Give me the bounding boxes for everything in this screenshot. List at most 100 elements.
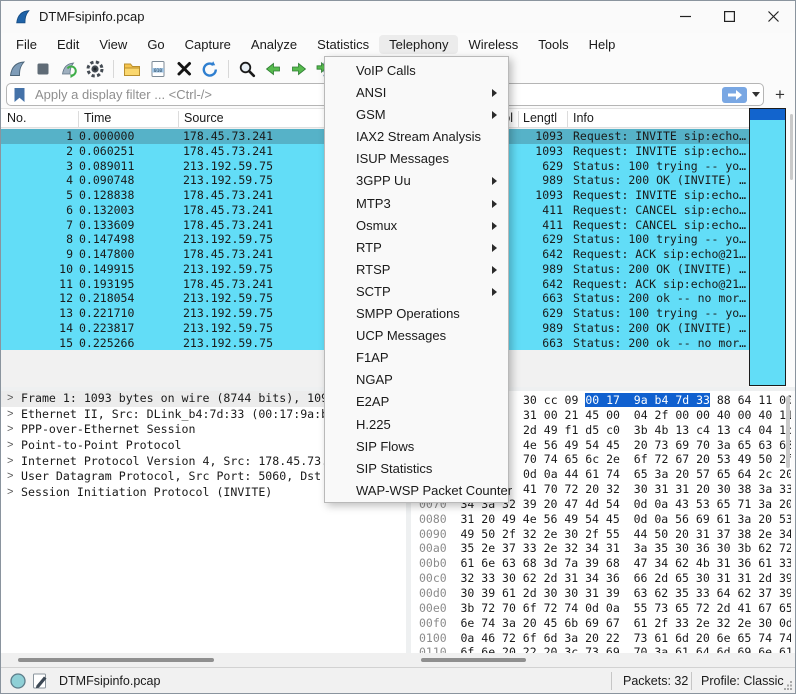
details-text: Internet Protocol Version 4, Src: 178.45… (21, 454, 349, 468)
capture-comment-icon[interactable] (32, 672, 49, 693)
column-header-length[interactable]: Lengtl (523, 111, 557, 125)
menubar-item-file[interactable]: File (6, 35, 47, 54)
menubar-item-capture[interactable]: Capture (175, 35, 241, 54)
menu-item-rtp[interactable]: RTP (325, 237, 508, 259)
hex-row-14[interactable]: 00d030 39 61 2d 30 30 31 39 63 62 35 33 … (419, 586, 791, 601)
column-divider[interactable] (518, 111, 519, 127)
restart-capture-button[interactable] (57, 57, 81, 81)
save-file-button[interactable]: 010 (146, 57, 170, 81)
hex-offset: 0080 (419, 512, 461, 527)
menu-item-osmux[interactable]: Osmux (325, 215, 508, 237)
menubar-item-edit[interactable]: Edit (47, 35, 89, 54)
expand-chevron-icon[interactable]: > (7, 469, 13, 485)
menubar-item-tools[interactable]: Tools (528, 35, 578, 54)
hex-row-11[interactable]: 00a035 2e 37 33 2e 32 34 31 3a 35 30 36 … (419, 541, 791, 556)
column-divider[interactable] (178, 111, 179, 127)
hex-row-10[interactable]: 009049 50 2f 32 2e 30 2f 55 44 50 20 31 … (419, 527, 791, 542)
svg-text:010: 010 (154, 67, 163, 73)
bookmark-icon[interactable] (13, 87, 26, 108)
hex-row-9[interactable]: 008031 20 49 4e 56 49 54 45 0d 0a 56 69 … (419, 512, 791, 527)
hex-hscrollbar-thumb[interactable] (421, 658, 526, 662)
menubar-item-wireless[interactable]: Wireless (458, 35, 528, 54)
hex-row-15[interactable]: 00e03b 72 70 6f 72 74 0d 0a 55 73 65 72 … (419, 601, 791, 616)
packet-list-scrollbar-thumb[interactable] (790, 114, 793, 180)
hex-offset: 00e0 (419, 601, 461, 616)
go-back-button[interactable] (261, 57, 285, 81)
apply-filter-button[interactable] (722, 87, 747, 103)
menu-item-gsm[interactable]: GSM (325, 104, 508, 126)
menubar-item-analyze[interactable]: Analyze (241, 35, 307, 54)
hex-offset: 00b0 (419, 556, 461, 571)
menu-item-wap-wsp-packet-counter[interactable]: WAP-WSP Packet Counter (325, 480, 508, 502)
column-header-source[interactable]: Source (184, 111, 224, 125)
column-divider[interactable] (567, 111, 568, 127)
menu-item-ucp-messages[interactable]: UCP Messages (325, 325, 508, 347)
column-divider[interactable] (78, 111, 79, 127)
stop-capture-button[interactable] (31, 57, 55, 81)
column-header-time[interactable]: Time (84, 111, 111, 125)
capture-options-button[interactable] (83, 57, 107, 81)
cell-info: Request: ACK sip:echo@21… (573, 247, 747, 262)
hex-row-17[interactable]: 01000a 46 72 6f 6d 3a 20 22 73 61 6d 20 … (419, 631, 791, 646)
menu-item-voip-calls[interactable]: VoIP Calls (325, 60, 508, 82)
cell-src: 213.192.59.75 (183, 306, 273, 321)
cell-len: 642 (501, 247, 563, 262)
status-profile[interactable]: Profile: Classic (701, 674, 784, 688)
menu-item-rtsp[interactable]: RTSP (325, 259, 508, 281)
menu-item-sctp[interactable]: SCTP (325, 281, 508, 303)
open-file-button[interactable] (120, 57, 144, 81)
column-header-no[interactable]: No. (7, 111, 26, 125)
hex-row-13[interactable]: 00c032 33 30 62 2d 31 34 36 66 2d 65 30 … (419, 571, 791, 586)
hex-row-12[interactable]: 00b061 6e 63 68 3d 7a 39 68 47 34 62 4b … (419, 556, 791, 571)
menu-item-ansi[interactable]: ANSI (325, 82, 508, 104)
maximize-button[interactable] (707, 1, 751, 32)
cell-len: 989 (501, 321, 563, 336)
cell-info: Status: 200 OK (INVITE) … (573, 262, 747, 277)
cell-info: Status: 100 trying -- yo… (573, 232, 747, 247)
hex-scrollbar-thumb[interactable] (786, 396, 790, 468)
expand-chevron-icon[interactable]: > (7, 438, 13, 454)
hex-row-18[interactable]: 01106f 6e 20 22 20 3c 73 69 70 3a 61 64 … (419, 645, 791, 653)
expert-info-icon[interactable] (9, 672, 27, 693)
menubar-item-statistics[interactable]: Statistics (307, 35, 379, 54)
menu-item-3gpp-uu[interactable]: 3GPP Uu (325, 170, 508, 192)
minimize-button[interactable] (663, 1, 707, 32)
menu-item-isup-messages[interactable]: ISUP Messages (325, 148, 508, 170)
close-button[interactable] (751, 1, 795, 32)
add-filter-button[interactable]: + (769, 84, 791, 106)
close-file-button[interactable] (172, 57, 196, 81)
expand-chevron-icon[interactable]: > (7, 485, 13, 501)
menubar-item-telephony[interactable]: Telephony (379, 35, 458, 54)
menubar-item-view[interactable]: View (89, 35, 137, 54)
status-separator (691, 672, 692, 690)
menu-item-smpp-operations[interactable]: SMPP Operations (325, 303, 508, 325)
menu-item-ngap[interactable]: NGAP (325, 369, 508, 391)
menu-item-sip-flows[interactable]: SIP Flows (325, 436, 508, 458)
expand-chevron-icon[interactable]: > (7, 391, 13, 407)
hex-offset: 00c0 (419, 571, 461, 586)
expand-chevron-icon[interactable]: > (7, 422, 13, 438)
cell-len: 1093 (501, 144, 563, 159)
go-forward-button[interactable] (287, 57, 311, 81)
menu-item-f1ap[interactable]: F1AP (325, 347, 508, 369)
start-capture-button[interactable] (5, 57, 29, 81)
find-packet-button[interactable] (235, 57, 259, 81)
hex-row-16[interactable]: 00f06e 74 3a 20 45 6b 69 67 61 2f 33 2e … (419, 616, 791, 631)
menu-item-iax2-stream-analysis[interactable]: IAX2 Stream Analysis (325, 126, 508, 148)
menubar-item-help[interactable]: Help (579, 35, 626, 54)
packet-list-minimap-scrollbar[interactable] (749, 108, 786, 386)
filter-dropdown-caret[interactable] (752, 92, 760, 97)
resize-grip[interactable] (783, 679, 793, 693)
menu-item-e2ap[interactable]: E2AP (325, 391, 508, 413)
expand-chevron-icon[interactable]: > (7, 407, 13, 423)
cell-info: Status: 200 ok -- no mor… (573, 291, 747, 306)
details-hscrollbar-thumb[interactable] (18, 658, 214, 662)
cell-src: 178.45.73.241 (183, 203, 273, 218)
menubar-item-go[interactable]: Go (137, 35, 174, 54)
menu-item-mtp3[interactable]: MTP3 (325, 193, 508, 215)
column-header-info[interactable]: Info (573, 111, 594, 125)
menu-item-sip-statistics[interactable]: SIP Statistics (325, 458, 508, 480)
expand-chevron-icon[interactable]: > (7, 454, 13, 470)
menu-item-h-225[interactable]: H.225 (325, 414, 508, 436)
reload-file-button[interactable] (198, 57, 222, 81)
